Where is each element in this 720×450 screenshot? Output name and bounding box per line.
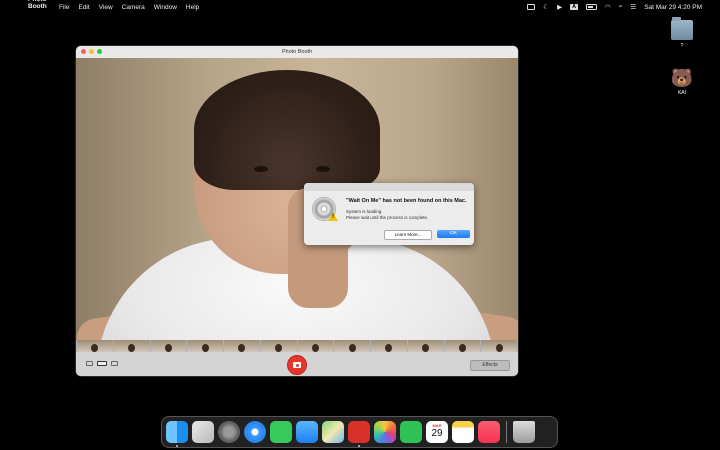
safari-icon[interactable] — [244, 421, 266, 443]
alert-dialog: ! "Wait On Me" has not been found on thi… — [304, 183, 474, 245]
alert-titlebar — [304, 183, 474, 191]
dock: MAR 29 — [161, 416, 558, 448]
menu-view[interactable]: View — [99, 4, 113, 11]
alert-message-line2: Please wait until the process is complet… — [346, 214, 429, 220]
menu-edit[interactable]: Edit — [78, 4, 89, 11]
photo-booth-icon[interactable] — [348, 421, 370, 447]
camera-icon — [293, 362, 301, 368]
finder-icon[interactable] — [166, 421, 188, 447]
bear-icon: 🐻 — [670, 68, 694, 88]
menu-bar: Photo Booth File Edit View Camera Window… — [0, 0, 720, 14]
single-photo-view-icon[interactable] — [97, 361, 107, 366]
preview-eye-left — [254, 166, 268, 172]
dock-separator — [506, 421, 507, 443]
warning-mark: ! — [332, 214, 334, 220]
zoom-icon[interactable] — [97, 49, 102, 54]
launchpad-icon[interactable] — [192, 421, 214, 443]
desktop-folder-label: ? — [680, 43, 684, 49]
menu-window[interactable]: Window — [154, 4, 177, 11]
minimize-icon[interactable] — [89, 49, 94, 54]
focus-moon-icon[interactable]: ☾ — [543, 3, 549, 11]
grid-view-icon[interactable] — [86, 361, 93, 366]
trash-icon[interactable] — [513, 421, 535, 443]
learn-more-button[interactable]: Learn More... — [384, 230, 432, 240]
preview-eye-right — [316, 166, 330, 172]
mail-icon[interactable] — [296, 421, 318, 443]
preview-hair — [194, 70, 380, 190]
desktop-user-item[interactable]: 🐻 KAI — [662, 66, 702, 96]
photos-icon[interactable] — [374, 421, 396, 443]
calendar-icon[interactable]: MAR 29 — [426, 421, 448, 443]
calendar-day: 29 — [431, 428, 443, 439]
messages-icon[interactable] — [270, 421, 292, 443]
window-titlebar[interactable]: Photo Booth — [76, 46, 518, 58]
video-mode-icon[interactable] — [111, 361, 118, 366]
desktop-user-label: KAI — [677, 90, 687, 96]
battery-icon[interactable] — [586, 4, 598, 10]
music-icon[interactable] — [478, 421, 500, 443]
input-source-badge[interactable]: A — [570, 4, 579, 10]
menu-clock[interactable]: Sat Mar 29 4:20 PM — [644, 4, 702, 11]
ok-button[interactable]: OK — [437, 230, 470, 238]
system-settings-icon[interactable] — [218, 421, 240, 443]
menu-help[interactable]: Help — [186, 4, 199, 11]
folder-icon — [671, 17, 693, 40]
wifi-icon[interactable]: ◠ — [605, 3, 611, 11]
effects-button[interactable]: Effects — [470, 360, 510, 371]
play-icon[interactable]: ▶ — [557, 3, 562, 11]
screen-mirroring-icon[interactable] — [527, 4, 536, 10]
window-title: Photo Booth — [281, 49, 313, 55]
desktop-folder[interactable]: ? — [662, 17, 702, 49]
alert-title: "Wait On Me" has not been found on this … — [346, 198, 467, 204]
search-icon[interactable]: ⌕ — [619, 3, 623, 11]
close-icon[interactable] — [81, 49, 86, 54]
menu-file[interactable]: File — [59, 4, 69, 11]
menu-camera[interactable]: Camera — [122, 4, 145, 11]
take-photo-button[interactable] — [287, 355, 307, 375]
facetime-icon[interactable] — [400, 421, 422, 443]
maps-icon[interactable] — [322, 421, 344, 443]
alert-message: System is loading. Please wait until the… — [346, 209, 428, 220]
notes-icon[interactable] — [452, 421, 474, 443]
photo-booth-toolbar: Effects — [76, 352, 518, 376]
control-center-icon[interactable]: ☰ — [630, 3, 636, 11]
menu-app-name[interactable]: Photo Booth — [28, 0, 50, 18]
